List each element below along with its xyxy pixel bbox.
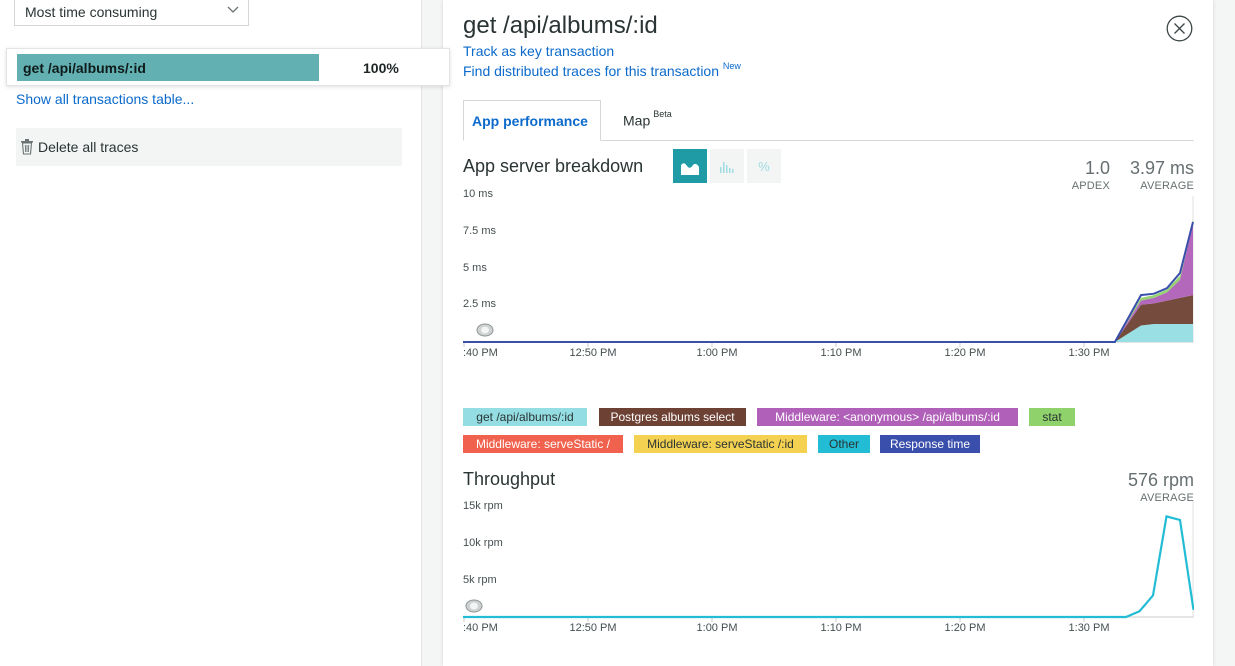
transactions-panel: Most time consuming get /api/albums/:id …: [0, 0, 450, 666]
percent-icon: %: [758, 159, 770, 174]
percent-view-button[interactable]: %: [747, 149, 781, 183]
show-all-transactions-link[interactable]: Show all transactions table...: [16, 91, 194, 107]
legend-item[interactable]: get /api/albums/:id: [463, 408, 587, 426]
x-tick-label: 1:10 PM: [821, 622, 862, 634]
line-series-throughput: [463, 515, 1194, 619]
transaction-percent: 100%: [363, 60, 399, 76]
distributed-traces-label: Find distributed traces for this transac…: [463, 63, 720, 79]
y-tick-label: 7.5 ms: [463, 225, 497, 237]
x-tick-label: 1:30 PM: [1069, 622, 1110, 634]
sort-select[interactable]: Most time consuming: [14, 0, 249, 26]
x-tick-label: :40 PM: [463, 347, 498, 359]
y-tick-label: 15k rpm: [463, 500, 503, 512]
x-tick-label: 1:00 PM: [697, 347, 738, 359]
tab-map-label: Map: [623, 112, 651, 129]
delete-all-traces-label: Delete all traces: [38, 139, 139, 155]
x-tick-label: 1:00 PM: [697, 622, 738, 634]
svg-text:%: %: [758, 159, 770, 174]
legend-item[interactable]: Other: [818, 435, 870, 453]
breakdown-legend: get /api/albums/:id Postgres albums selec…: [463, 408, 1203, 456]
legend-item[interactable]: Middleware: <anonymous> /api/albums/:id: [757, 408, 1018, 426]
deployment-marker-icon[interactable]: [465, 599, 483, 613]
y-tick-label: 2.5 ms: [463, 298, 497, 310]
breakdown-average-value: 3.97 ms: [1129, 158, 1194, 178]
sort-select-value: Most time consuming: [25, 4, 158, 20]
x-tick-label: 1:30 PM: [1069, 347, 1110, 359]
area-series-get-api-albums-id: [463, 324, 1193, 342]
area-series-stat: [463, 219, 1193, 342]
area-view-button[interactable]: [673, 149, 707, 183]
x-tick-label: 12:50 PM: [569, 347, 616, 359]
new-badge: New: [722, 61, 741, 71]
breakdown-chart: 10 ms 7.5 ms 5 ms 2.5 ms :40 PM 12:50 PM 1:00 …: [463, 188, 1194, 359]
deployment-marker-icon[interactable]: [476, 323, 494, 337]
legend-item[interactable]: Middleware: serveStatic /:id: [634, 435, 807, 453]
beta-badge: Beta: [653, 109, 672, 119]
tab-app-performance[interactable]: App performance: [463, 100, 601, 141]
bar-view-button[interactable]: [710, 149, 744, 183]
area-chart-icon: [681, 163, 699, 175]
x-tick-label: 1:20 PM: [945, 347, 986, 359]
bar-chart-icon: [720, 162, 734, 173]
legend-item[interactable]: Response time: [880, 435, 980, 453]
distributed-traces-link[interactable]: Find distributed traces for this transac…: [463, 61, 741, 79]
apdex-value: 1.0: [1084, 158, 1110, 178]
x-tick-label: 1:10 PM: [821, 347, 862, 359]
y-tick-label: 10 ms: [463, 188, 493, 200]
page-title: get /api/albums/:id: [463, 12, 658, 39]
transaction-detail-panel: get /api/albums/:id Track as key transac…: [443, 0, 1213, 666]
legend-item[interactable]: Middleware: serveStatic /: [463, 435, 623, 453]
legend-item[interactable]: Postgres albums select: [599, 408, 746, 426]
area-series-middleware-anonymous-api-albums-id: [463, 223, 1193, 342]
trash-icon: [21, 139, 33, 155]
throughput-chart: 15k rpm 10k rpm 5k rpm :40 PM 12:50 PM 1:00 P…: [463, 500, 1194, 634]
track-key-transaction-link[interactable]: Track as key transaction: [463, 43, 614, 59]
delete-all-traces-button[interactable]: Delete all traces: [16, 128, 402, 166]
close-icon[interactable]: [1166, 15, 1193, 42]
x-tick-label: :40 PM: [463, 622, 498, 634]
y-tick-label: 10k rpm: [463, 537, 503, 549]
y-tick-label: 5 ms: [463, 262, 487, 274]
x-tick-label: 12:50 PM: [569, 622, 616, 634]
tab-map[interactable]: Map Beta: [623, 109, 672, 129]
breakdown-title: App server breakdown: [463, 156, 644, 176]
y-tick-label: 5k rpm: [463, 574, 497, 586]
area-series-postgres-albums-select: [463, 295, 1193, 342]
transaction-row[interactable]: get /api/albums/:id 100%: [6, 48, 450, 86]
throughput-title: Throughput: [463, 469, 556, 489]
chevron-down-icon: [227, 6, 239, 13]
tab-bar: App performance Map Beta: [463, 100, 1194, 141]
throughput-average-value: 576 rpm: [1127, 470, 1194, 490]
legend-item[interactable]: stat: [1029, 408, 1075, 426]
x-tick-label: 1:20 PM: [945, 622, 986, 634]
transaction-name: get /api/albums/:id: [17, 54, 319, 81]
line-series-response-time: [463, 221, 1194, 343]
